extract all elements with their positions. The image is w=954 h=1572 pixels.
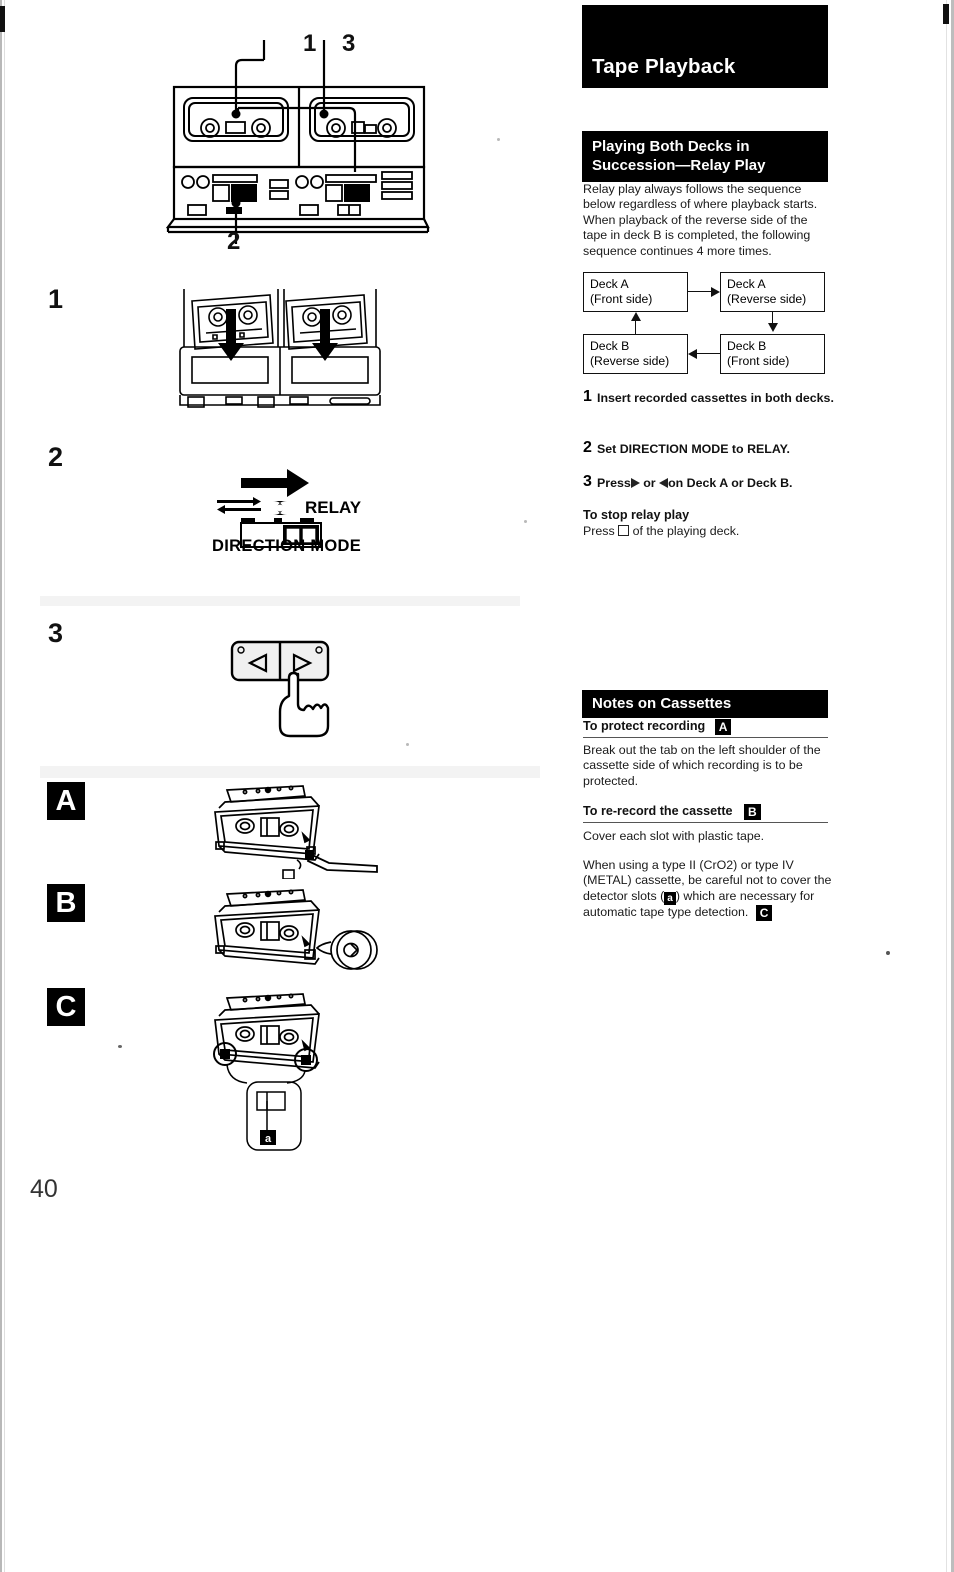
badge-b-inline: B: [744, 804, 761, 820]
scan-noise-band-2: [40, 766, 540, 778]
insert-cassettes-illustration: [170, 285, 390, 425]
rerecord-text: Cover each slot with plastic tape.: [583, 829, 765, 843]
cassette-detector-slots-illustration: a: [205, 992, 395, 1152]
flow-box-deck-b-front: Deck B (Front side): [720, 334, 825, 374]
relay-step-3-text-mid: or: [643, 476, 656, 490]
relay-heading-line-1: Playing Both Decks in: [592, 138, 750, 155]
scan-speck: [497, 138, 500, 141]
flow-box-deck-a-reverse: Deck A (Reverse side): [720, 272, 825, 312]
relay-step-1: 1 Insert recorded cassettes in both deck…: [583, 388, 835, 406]
flow-box-line-1: Deck A: [727, 277, 766, 291]
deck-front-panel-illustration: [160, 22, 450, 272]
relay-switch-label-text: RELAY: [305, 498, 362, 517]
protect-recording-heading: To protect recording A: [583, 719, 828, 738]
page-title: Tape Playback: [592, 55, 736, 78]
flow-arrow-line-left: [635, 321, 637, 334]
flow-box-line-1: Deck B: [727, 339, 767, 353]
relay-step-1-number: 1: [583, 388, 592, 405]
flow-arrow-head-right: [711, 287, 720, 297]
play-reverse-icon: [659, 478, 669, 488]
badge-a-lowercase-inline: a: [664, 891, 676, 905]
stop-relay-text: Press of the playing deck.: [583, 524, 833, 539]
letter-badge-a: A: [47, 782, 85, 820]
cassette-cover-slot-illustration: [205, 888, 385, 973]
scan-edge-right-inner: [946, 0, 947, 1572]
rerecord-heading: To re-record the cassette B: [583, 804, 828, 823]
notes-section-heading: Notes on Cassettes: [582, 690, 828, 718]
stop-relay-heading: To stop relay play: [583, 508, 690, 522]
relay-section-heading: Playing Both Decks in Succession—Relay P…: [582, 131, 828, 182]
scan-speck: [118, 1045, 122, 1048]
flow-box-line-1: Deck A: [590, 277, 629, 291]
left-step-number-1: 1: [48, 284, 64, 314]
cassette-break-tab-illustration: [205, 784, 385, 879]
badge-a-inline: A: [714, 719, 732, 735]
relay-step-1-text: Insert recorded cassettes in both decks.: [597, 391, 834, 405]
flow-box-deck-a-front: Deck A (Front side): [583, 272, 688, 312]
relay-flow-diagram: Deck A (Front side) Deck A (Reverse side…: [583, 272, 833, 376]
stop-button-icon: [618, 525, 630, 536]
relay-step-3-number: 3: [583, 473, 592, 490]
detector-slots-text: When using a type II (CrO2) or type IV (…: [583, 858, 835, 921]
scan-speck: [886, 951, 890, 955]
letter-badge-c: C: [47, 988, 85, 1026]
rerecord-heading-text: To re-record the cassette: [583, 804, 733, 818]
stop-relay-text-after: of the playing deck.: [632, 524, 740, 538]
scan-edge-left-inner: [4, 0, 5, 1572]
page-section-banner: Tape Playback: [582, 5, 828, 88]
scan-speck: [524, 520, 527, 523]
left-step-number-3: 3: [48, 618, 64, 648]
relay-step-2-number: 2: [583, 439, 592, 456]
flow-box-line-1: Deck B: [590, 339, 630, 353]
flow-arrow-head-left: [688, 349, 697, 359]
flow-box-line-2: (Front side): [590, 292, 653, 306]
flow-arrow-line-top: [688, 291, 712, 293]
flow-box-deck-b-reverse: Deck B (Reverse side): [583, 334, 688, 374]
flow-box-line-2: (Reverse side): [727, 292, 807, 306]
relay-step-2: 2 Set DIRECTION MODE to RELAY.: [583, 439, 835, 457]
detector-slot-label-text: a: [265, 1133, 272, 1145]
panel-callout-3: 3: [342, 30, 356, 57]
protect-recording-text: Break out the tab on the left shoulder o…: [583, 743, 821, 788]
notes-heading-text: Notes on Cassettes: [592, 695, 732, 712]
relay-step-3-text-before: Press: [597, 476, 631, 490]
panel-callout-1: 1: [303, 30, 317, 57]
left-step-number-2: 2: [48, 442, 64, 472]
relay-step-2-text: Set DIRECTION MODE to RELAY.: [597, 442, 790, 456]
direction-mode-label: DIRECTION MODE: [212, 537, 362, 555]
flow-arrow-head-down: [768, 323, 778, 332]
flow-box-line-2: (Front side): [727, 354, 790, 368]
relay-step-3: 3 Press or on Deck A or Deck B.: [583, 473, 835, 491]
scan-edge-left: [0, 0, 2, 1572]
relay-heading-line-2: Succession—Relay Play: [592, 157, 766, 174]
scan-corner-mark-top-right: [943, 4, 949, 24]
scan-noise-band-1: [40, 596, 520, 606]
play-buttons-illustration: [228, 638, 358, 748]
panel-callout-2: 2: [227, 228, 241, 255]
flow-arrow-head-up: [631, 312, 641, 321]
protect-recording-heading-text: To protect recording: [583, 719, 706, 733]
badge-c-inline: C: [755, 904, 773, 921]
relay-step-3-text-after: on Deck A or Deck B.: [668, 476, 793, 490]
stop-relay-text-before: Press: [583, 524, 615, 538]
relay-intro-paragraph: Relay play always follows the sequence b…: [583, 182, 818, 258]
page-number: 40: [30, 1175, 58, 1203]
letter-badge-b: B: [47, 884, 85, 922]
manual-page: Tape Playback Playing Both Decks in Succ…: [0, 0, 954, 1572]
relay-step-3-text: Press or on Deck A or Deck B.: [597, 476, 835, 491]
play-forward-icon: [630, 478, 640, 488]
scan-corner-mark-top-left: [0, 6, 5, 32]
scan-speck: [406, 743, 409, 746]
flow-box-line-2: (Reverse side): [590, 354, 670, 368]
flow-arrow-line-bottom: [696, 353, 720, 355]
